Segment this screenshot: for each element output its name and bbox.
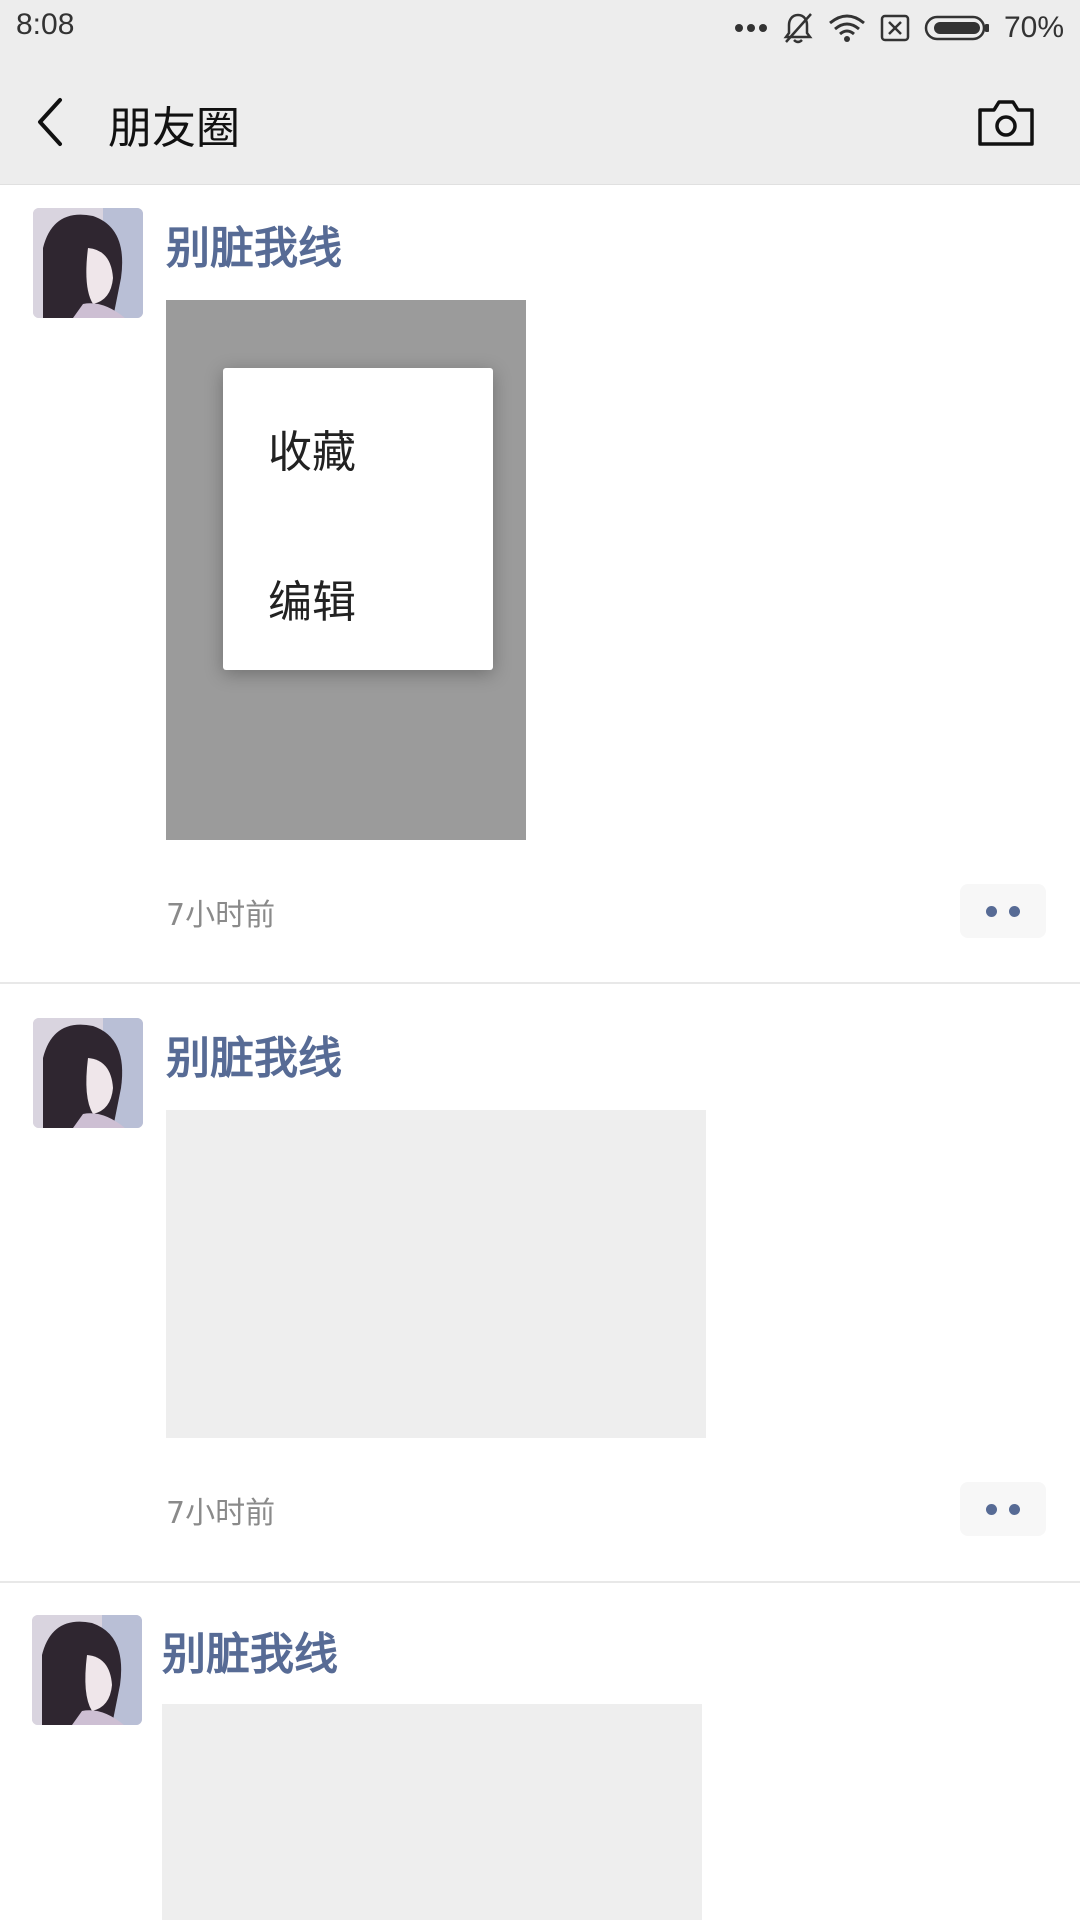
dot xyxy=(986,1504,997,1515)
username[interactable]: 别脏我线 xyxy=(162,1618,338,1682)
dot xyxy=(986,906,997,917)
status-bar: 8:08 70% xyxy=(0,0,1080,56)
avatar[interactable] xyxy=(33,1018,143,1128)
status-icons: 70% xyxy=(734,8,1064,48)
no-sim-icon xyxy=(880,14,910,42)
post-divider xyxy=(0,982,1080,984)
avatar[interactable] xyxy=(32,1615,142,1725)
more-dots-icon xyxy=(734,22,768,34)
battery-icon xyxy=(924,14,990,42)
menu-item-collect[interactable]: 收藏 xyxy=(268,416,356,480)
post-time: 7小时前 xyxy=(166,1496,276,1531)
post-image[interactable] xyxy=(162,1704,702,1920)
post-divider xyxy=(0,1581,1080,1583)
chevron-left-icon xyxy=(38,98,62,146)
context-menu: 收藏 编辑 xyxy=(223,368,493,670)
status-time: 8:08 xyxy=(16,8,75,41)
camera-button[interactable] xyxy=(976,94,1036,150)
header-divider xyxy=(0,184,1080,185)
post-time: 7小时前 xyxy=(166,898,276,933)
wifi-icon xyxy=(828,13,866,43)
camera-icon xyxy=(978,100,1034,146)
post-image[interactable] xyxy=(166,1110,706,1438)
dot xyxy=(1009,1504,1020,1515)
more-button[interactable] xyxy=(960,1482,1046,1536)
more-button[interactable] xyxy=(960,884,1046,938)
menu-item-edit[interactable]: 编辑 xyxy=(268,566,356,630)
bell-muted-icon xyxy=(782,11,814,45)
username[interactable]: 别脏我线 xyxy=(166,212,342,276)
username[interactable]: 别脏我线 xyxy=(166,1022,342,1086)
avatar[interactable] xyxy=(33,208,143,318)
header-bar: 朋友圈 xyxy=(0,56,1080,184)
dot xyxy=(1009,906,1020,917)
page-title: 朋友圈 xyxy=(108,103,240,154)
back-button[interactable] xyxy=(30,94,74,150)
battery-percent: 70% xyxy=(1003,11,1064,44)
